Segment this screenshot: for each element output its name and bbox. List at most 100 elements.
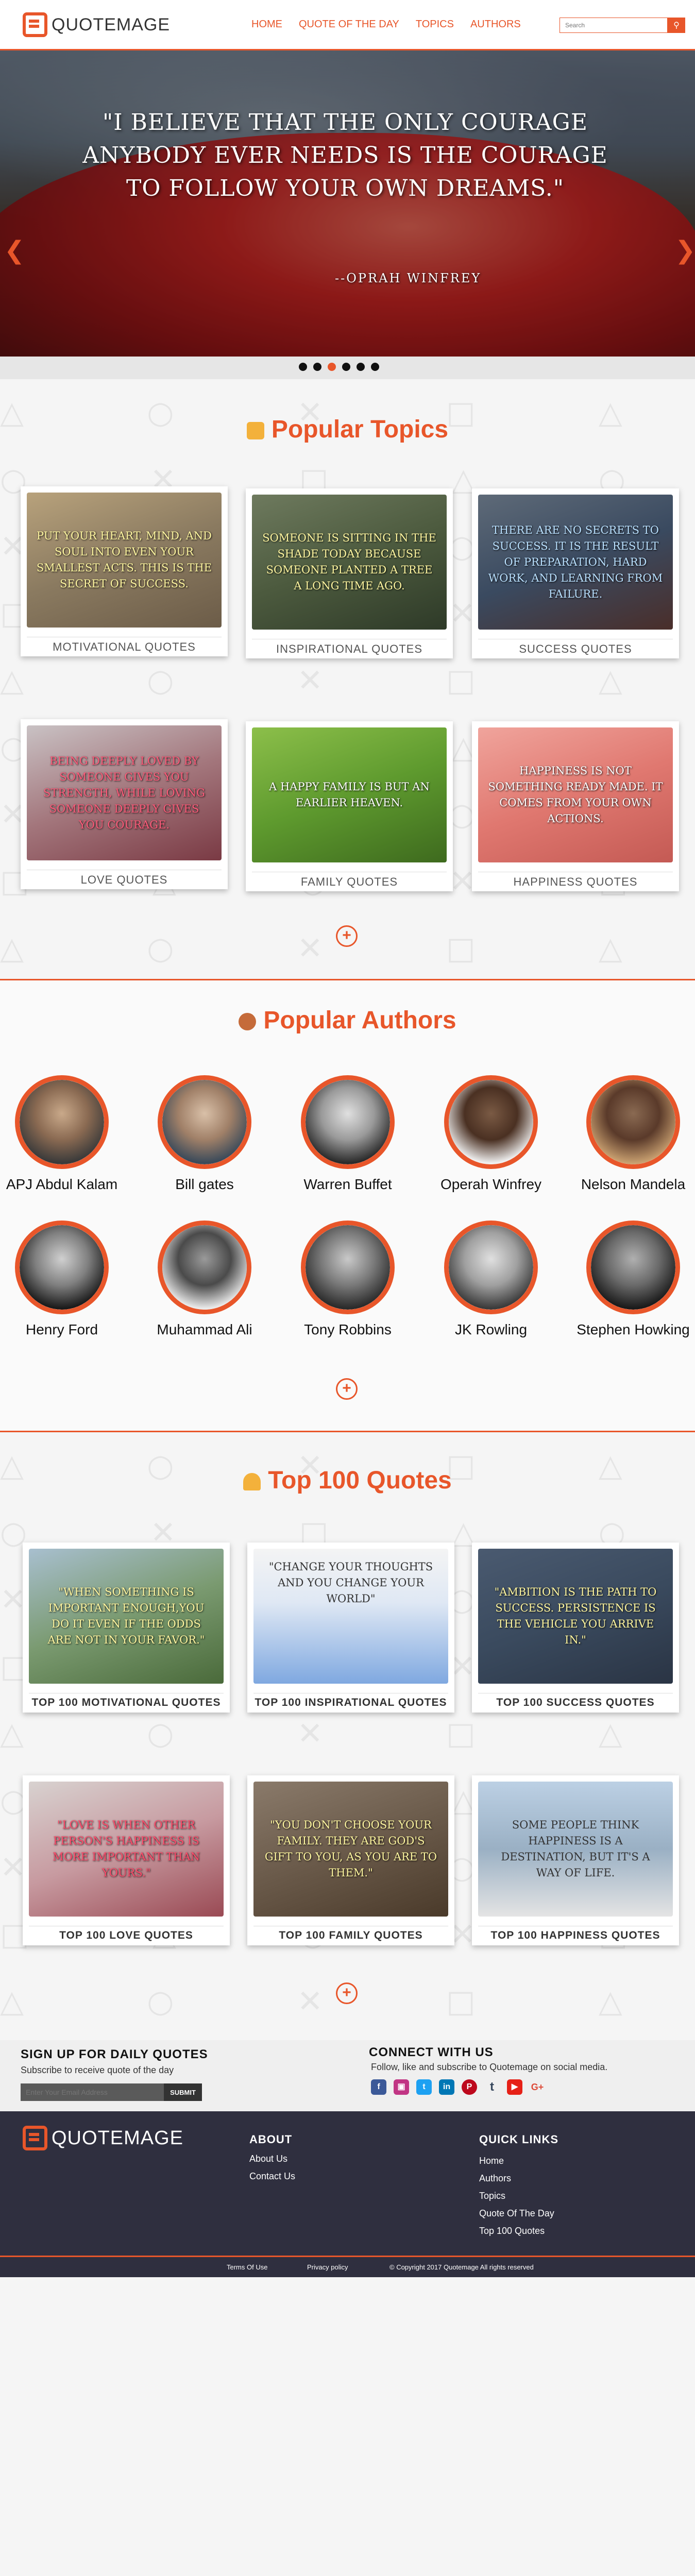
- top100-image: "LOVE IS WHEN OTHER PERSON'S HAPPINESS I…: [29, 1782, 224, 1917]
- search-input[interactable]: [560, 18, 668, 33]
- top100-card-happiness[interactable]: SOME PEOPLE THINK HAPPINESS IS A DESTINA…: [472, 1775, 679, 1945]
- topic-card-happiness[interactable]: HAPPINESS IS NOT SOMETHING READY MADE. I…: [472, 721, 679, 891]
- newsletter-title: SIGN UP FOR DAILY QUOTES: [21, 2047, 208, 2061]
- slider-dots-bar: [0, 357, 695, 379]
- author-nelson-mandela[interactable]: Nelson Mandela: [571, 1075, 695, 1193]
- search-icon: ⚲: [673, 21, 680, 30]
- load-more-authors-button[interactable]: +: [336, 1378, 358, 1400]
- topic-image: THERE ARE NO SECRETS TO SUCCESS. IT IS T…: [478, 495, 673, 630]
- topic-card-inspirational[interactable]: SOMEONE IS SITTING IN THE SHADE TODAY BE…: [246, 488, 453, 658]
- footer-link-quote-of-the-day[interactable]: Quote Of The Day: [479, 2208, 554, 2219]
- footer-link-about-us[interactable]: About Us: [249, 2154, 287, 2164]
- author-tony-robbins[interactable]: Tony Robbins: [286, 1221, 410, 1338]
- pinterest-icon[interactable]: P: [462, 2079, 477, 2095]
- privacy-link[interactable]: Privacy policy: [307, 2263, 348, 2271]
- slider-dot-2[interactable]: [313, 363, 321, 371]
- top100-image: "AMBITION IS THE PATH TO SUCCESS. PERSIS…: [478, 1549, 673, 1684]
- newsletter-subtitle: Subscribe to receive quote of the day: [21, 2065, 174, 2075]
- footer-link-home[interactable]: Home: [479, 2156, 504, 2166]
- top100-card-motivational[interactable]: "WHEN SOMETHING IS IMPORTANT ENOUGH,YOU …: [23, 1543, 230, 1713]
- hero-author: --OPRAH WINFREY: [335, 271, 482, 285]
- chevron-left-icon[interactable]: ❮: [4, 236, 25, 265]
- rocket-icon: [243, 1473, 261, 1490]
- author-operah-winfrey[interactable]: Operah Winfrey: [429, 1075, 553, 1193]
- top100-card-inspirational[interactable]: "CHANGE YOUR THOUGHTS AND YOU CHANGE YOU…: [247, 1543, 454, 1713]
- hero-quote: "I BELIEVE THAT THE ONLY COURAGE ANYBODY…: [82, 109, 608, 201]
- topic-image: A HAPPY FAMILY IS BUT AN EARLIER HEAVEN.: [252, 727, 447, 862]
- top-100-quotes-title: Top 100 Quotes: [0, 1466, 695, 1495]
- main-nav: HOME QUOTE OF THE DAY TOPICS AUTHORS: [251, 19, 537, 30]
- social-links: f ▣ t in P t ▶ G+: [371, 2079, 545, 2095]
- top100-image: "YOU DON'T CHOOSE YOUR FAMILY. THEY ARE …: [253, 1782, 448, 1917]
- topic-image: HAPPINESS IS NOT SOMETHING READY MADE. I…: [478, 727, 673, 862]
- brand-name: QUOTEMAGE: [52, 14, 171, 35]
- slider-dot-4[interactable]: [342, 363, 350, 371]
- site-footer: QUOTEMAGE ABOUT About Us Contact Us QUIC…: [0, 2111, 695, 2256]
- nav-authors[interactable]: AUTHORS: [470, 19, 521, 30]
- author-apj-abdul-kalam[interactable]: APJ Abdul Kalam: [0, 1075, 124, 1193]
- terms-link[interactable]: Terms Of Use: [227, 2263, 267, 2271]
- footer-link-topics[interactable]: Topics: [479, 2191, 505, 2201]
- topic-image: SOMEONE IS SITTING IN THE SHADE TODAY BE…: [252, 495, 447, 630]
- author-icon: [239, 1013, 257, 1030]
- author-jk-rowling[interactable]: JK Rowling: [429, 1221, 553, 1338]
- popular-topics-section: △ ○ ✕ □ △ ○ ✕ □ △ ○ ✕ □ △ ○ ✕ □ △ ○ ✕ □ …: [0, 379, 695, 979]
- author-warren-buffet[interactable]: Warren Buffet: [286, 1075, 410, 1193]
- footer-link-top-100-quotes[interactable]: Top 100 Quotes: [479, 2226, 545, 2236]
- footer-bottom-bar: Terms Of Use Privacy policy © Copyright …: [0, 2256, 695, 2277]
- top100-image: "WHEN SOMETHING IS IMPORTANT ENOUGH,YOU …: [29, 1549, 224, 1684]
- top100-card-love[interactable]: "LOVE IS WHEN OTHER PERSON'S HAPPINESS I…: [23, 1775, 230, 1945]
- submit-button[interactable]: SUBMIT: [164, 2083, 202, 2101]
- logo-icon: [23, 12, 47, 37]
- nav-home[interactable]: HOME: [251, 19, 282, 30]
- popular-authors-section: Popular Authors APJ Abdul Kalam Bill gat…: [0, 980, 695, 1431]
- topic-image: BEING DEEPLY LOVED BY SOMEONE GIVES YOU …: [27, 725, 222, 860]
- nav-quote-of-the-day[interactable]: QUOTE OF THE DAY: [299, 19, 399, 30]
- twitter-icon[interactable]: t: [416, 2079, 432, 2095]
- chevron-right-icon[interactable]: ❯: [675, 236, 695, 265]
- author-henry-ford[interactable]: Henry Ford: [0, 1221, 124, 1338]
- slider-dots: [299, 363, 379, 371]
- linkedin-icon[interactable]: in: [439, 2079, 454, 2095]
- slider-dot-6[interactable]: [371, 363, 379, 371]
- top100-image: "CHANGE YOUR THOUGHTS AND YOU CHANGE YOU…: [253, 1549, 448, 1684]
- topic-card-love[interactable]: BEING DEEPLY LOVED BY SOMEONE GIVES YOU …: [21, 719, 228, 889]
- load-more-topics-button[interactable]: +: [336, 925, 358, 947]
- search-box: ⚲: [560, 18, 685, 33]
- slider-dot-3[interactable]: [328, 363, 336, 371]
- email-field[interactable]: [21, 2083, 164, 2101]
- author-muhammad-ali[interactable]: Muhammad Ali: [143, 1221, 266, 1338]
- popular-topics-title: Popular Topics: [0, 415, 695, 444]
- popular-authors-title: Popular Authors: [0, 1006, 695, 1035]
- facebook-icon[interactable]: f: [371, 2079, 386, 2095]
- top100-card-family[interactable]: "YOU DON'T CHOOSE YOUR FAMILY. THEY ARE …: [247, 1775, 454, 1945]
- topic-card-motivational[interactable]: PUT YOUR HEART, MIND, AND SOUL INTO EVEN…: [21, 486, 228, 656]
- youtube-icon[interactable]: ▶: [507, 2079, 522, 2095]
- slider-dot-1[interactable]: [299, 363, 307, 371]
- logo-icon: [23, 2126, 47, 2150]
- copyright-text: © Copyright 2017 Quotemage All rights re…: [389, 2263, 534, 2271]
- top-100-quotes-section: △ ○ ✕ □ △ ○ ✕ □ △ ○ ✕ □ △ ○ ✕ □ △ ○ ✕ □ …: [0, 1432, 695, 2040]
- top100-image: SOME PEOPLE THINK HAPPINESS IS A DESTINA…: [478, 1782, 673, 1917]
- connect-subtitle: Follow, like and subscribe to Quotemage …: [371, 2062, 608, 2072]
- nav-topics[interactable]: TOPICS: [416, 19, 454, 30]
- instagram-icon[interactable]: ▣: [394, 2079, 409, 2095]
- footer-link-authors[interactable]: Authors: [479, 2173, 511, 2184]
- footer-logo[interactable]: QUOTEMAGE: [23, 2126, 183, 2150]
- author-stephen-howking[interactable]: Stephen Howking: [571, 1221, 695, 1338]
- slider-dot-5[interactable]: [357, 363, 365, 371]
- load-more-quotes-button[interactable]: +: [336, 1982, 358, 2004]
- topic-card-family[interactable]: A HAPPY FAMILY IS BUT AN EARLIER HEAVEN.…: [246, 721, 453, 891]
- tumblr-icon[interactable]: t: [484, 2079, 500, 2095]
- search-button[interactable]: ⚲: [668, 18, 685, 33]
- connect-title: CONNECT WITH US: [369, 2045, 494, 2059]
- top100-card-success[interactable]: "AMBITION IS THE PATH TO SUCCESS. PERSIS…: [472, 1543, 679, 1713]
- footer-link-contact-us[interactable]: Contact Us: [249, 2171, 295, 2182]
- topic-image: PUT YOUR HEART, MIND, AND SOUL INTO EVEN…: [27, 493, 222, 628]
- google-plus-icon[interactable]: G+: [530, 2079, 545, 2095]
- topic-card-success[interactable]: THERE ARE NO SECRETS TO SUCCESS. IT IS T…: [472, 488, 679, 658]
- lightbulb-icon: [246, 422, 264, 439]
- brand-logo[interactable]: QUOTEMAGE: [23, 12, 170, 37]
- author-bill-gates[interactable]: Bill gates: [143, 1075, 266, 1193]
- hero-slider: "I BELIEVE THAT THE ONLY COURAGE ANYBODY…: [0, 50, 695, 357]
